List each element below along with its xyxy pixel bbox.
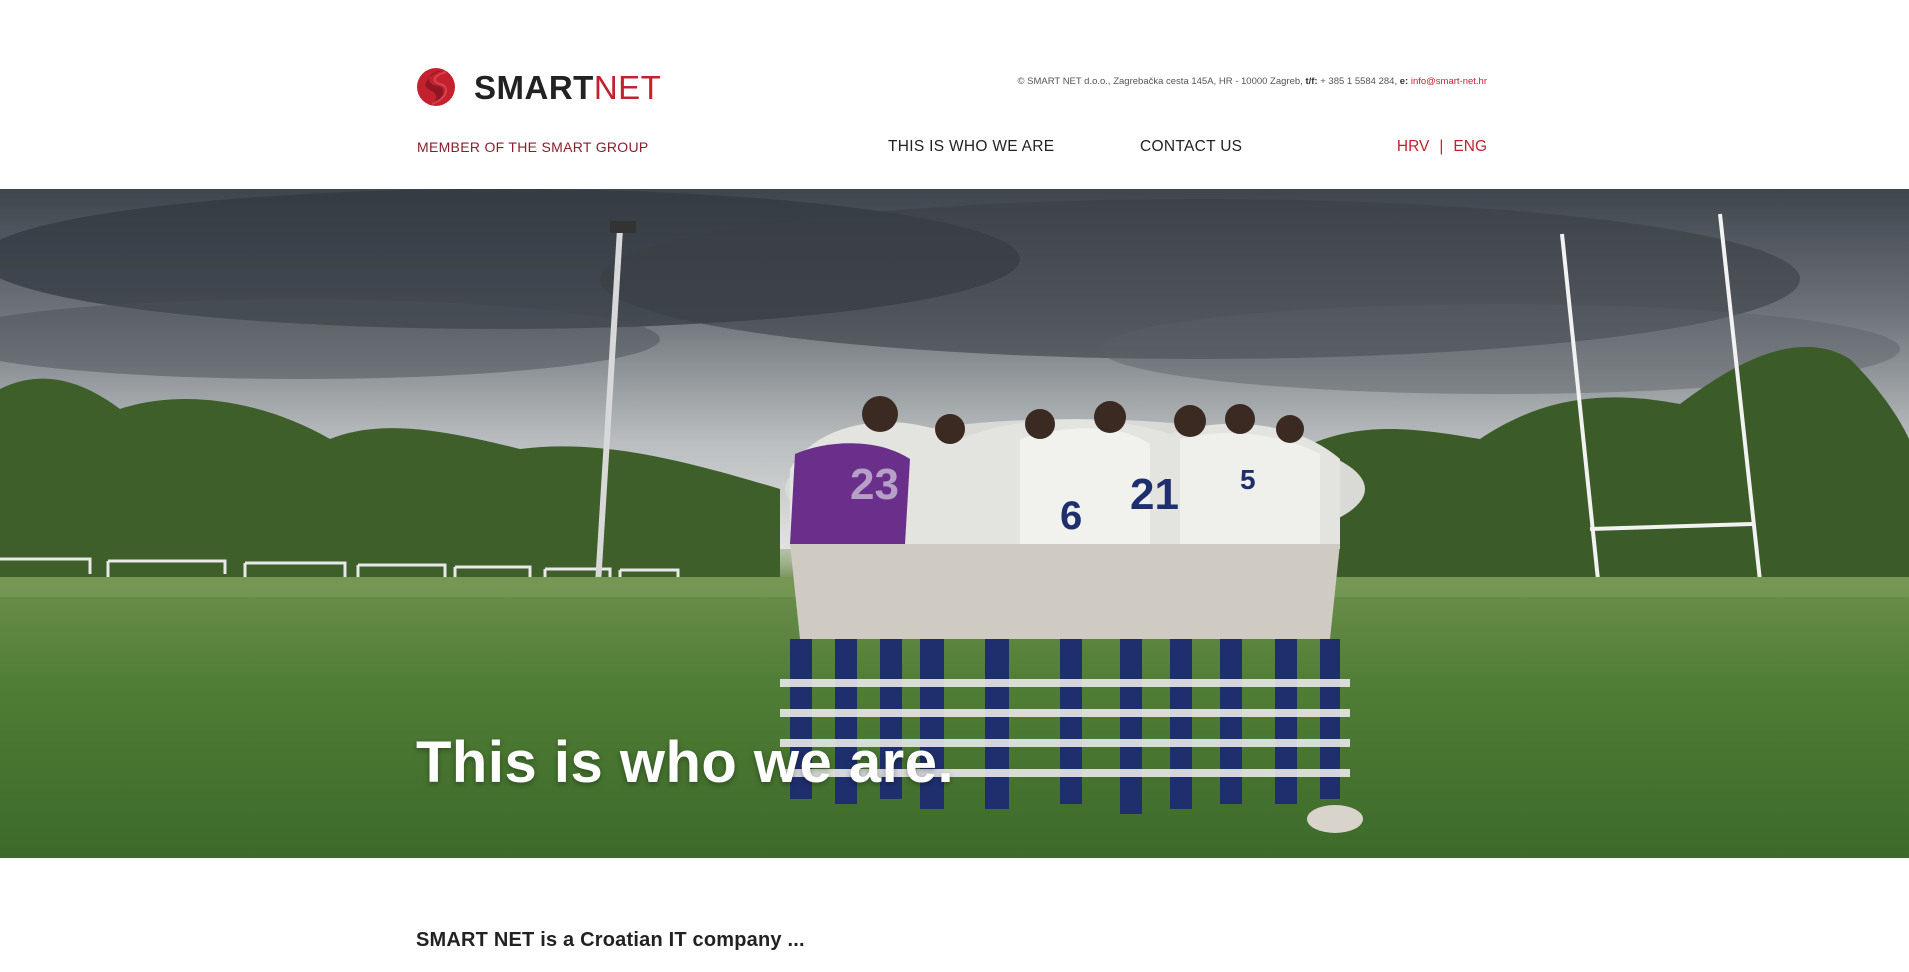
- logo-text-bold: SMART: [474, 68, 594, 106]
- contact-phone-label: t/f:: [1305, 76, 1318, 87]
- hero-title: This is who we are.: [416, 730, 955, 795]
- svg-text:6: 6: [1060, 494, 1082, 538]
- contact-email-label: e:: [1399, 76, 1409, 87]
- logo-text-light: NET: [593, 68, 662, 106]
- member-of-smart-group: MEMBER OF THE SMART GROUP: [417, 139, 649, 155]
- logo-text: SMARTNET: [474, 71, 661, 104]
- svg-text:23: 23: [850, 460, 899, 509]
- lang-eng[interactable]: ENG: [1453, 138, 1487, 156]
- svg-text:5: 5: [1240, 464, 1256, 495]
- contact-email-link[interactable]: info@smart-net.hr: [1411, 76, 1487, 87]
- contact-line: © SMART NET d.o.o., Zagrebačka cesta 145…: [1018, 76, 1487, 87]
- contact-address: © SMART NET d.o.o., Zagrebačka cesta 145…: [1017, 76, 1303, 87]
- contact-phone: + 385 1 5584 284,: [1320, 76, 1398, 87]
- lang-hrv[interactable]: HRV: [1397, 138, 1429, 156]
- site-header: SMARTNET MEMBER OF THE SMART GROUP © SMA…: [0, 0, 1909, 189]
- svg-text:21: 21: [1130, 470, 1179, 519]
- language-switcher: HRV | ENG: [1397, 138, 1487, 156]
- intro-heading: SMART NET is a Croatian IT company ...: [416, 929, 805, 951]
- hero-banner: 23 6 21 5 This is who we are.: [0, 189, 1909, 858]
- nav-contact-us[interactable]: CONTACT US: [1140, 138, 1242, 156]
- hero-image: 23 6 21 5: [0, 189, 1909, 858]
- lang-separator: |: [1439, 138, 1444, 155]
- logo[interactable]: SMARTNET: [416, 62, 661, 112]
- nav-this-is-who-we-are[interactable]: THIS IS WHO WE ARE: [888, 138, 1054, 156]
- smartnet-logo-icon: [417, 68, 455, 106]
